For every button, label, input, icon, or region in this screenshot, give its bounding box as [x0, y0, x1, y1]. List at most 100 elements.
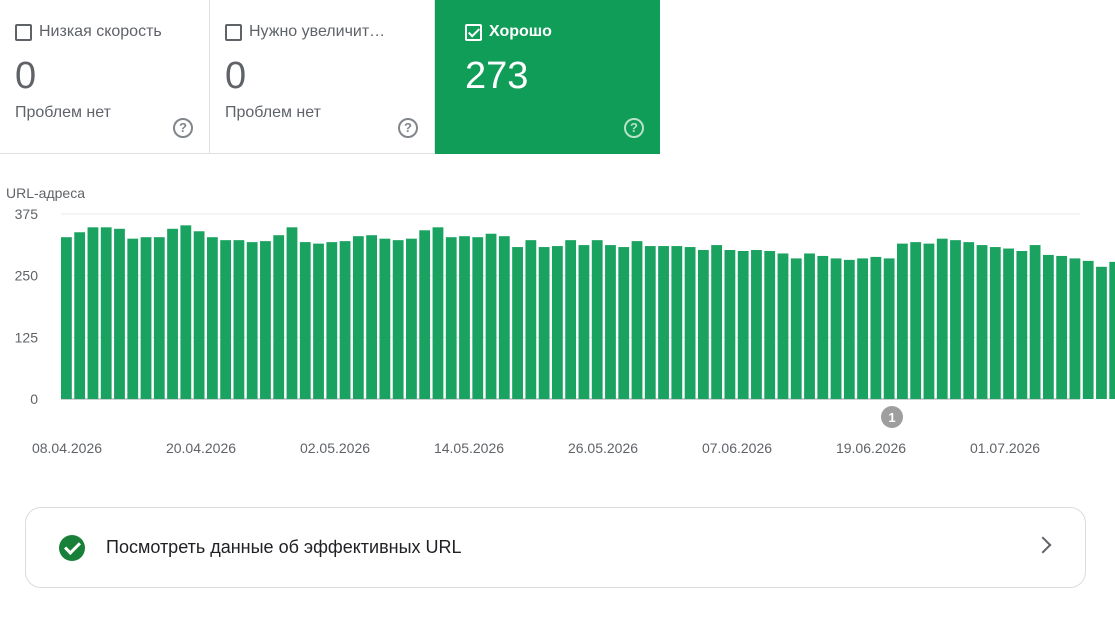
chart-bar	[658, 246, 669, 399]
x-tick-label: 26.05.2026	[568, 440, 638, 456]
card-slow-label: Низкая скорость	[39, 23, 162, 40]
card-good-label: Хорошо	[489, 23, 552, 40]
y-tick-label: 250	[15, 268, 39, 284]
y-tick-label: 125	[15, 329, 39, 345]
chart-bar	[551, 246, 563, 399]
card-slow-count: 0	[15, 55, 37, 97]
card-good[interactable]: Хорошо 273 ?	[435, 0, 660, 154]
chart-bar	[724, 250, 736, 399]
x-tick-label: 14.05.2026	[434, 440, 504, 456]
chart-bar	[631, 241, 643, 399]
card-slow-header[interactable]: Низкая скорость	[15, 23, 162, 41]
performance-chart: 375 250 125 0 08.04.2026 20.04.2026 02.05.2026…	[15, 206, 1115, 456]
chart-bar	[167, 228, 178, 399]
chart-bar	[74, 232, 86, 399]
chart-bar	[883, 258, 895, 399]
chart-bar	[525, 240, 537, 399]
chart-bar	[737, 251, 749, 399]
chart-bar	[1069, 258, 1081, 399]
chart-bar	[459, 236, 470, 399]
chart-bar	[671, 246, 683, 399]
check-circle-icon	[59, 534, 85, 561]
view-good-urls-label: Посмотреть данные об эффективных URL	[106, 537, 462, 557]
x-tick-label: 19.06.2026	[836, 440, 906, 456]
chart-bar	[366, 235, 378, 399]
card-needs-checkbox[interactable]	[225, 23, 242, 41]
chart-bar	[1042, 254, 1054, 399]
chart-bar	[644, 246, 656, 399]
x-tick-label: 01.07.2026	[970, 440, 1040, 456]
card-good-count: 273	[465, 55, 529, 97]
card-needs-sub: Проблем нет	[225, 104, 321, 121]
chart-bar	[87, 227, 99, 399]
chart-bar	[445, 237, 457, 399]
chart-bar	[339, 241, 351, 399]
chart-bar	[313, 243, 324, 399]
card-good-header[interactable]: Хорошо	[465, 23, 552, 41]
x-tick-label: 02.05.2026	[300, 440, 370, 456]
chart-bar	[976, 245, 988, 399]
chart-bar	[233, 240, 245, 399]
chart-bar	[897, 243, 908, 399]
chart-bar	[843, 259, 855, 399]
chart-bar	[910, 242, 922, 399]
card-needs-improvement[interactable]: Нужно увеличит… 0 Проблем нет ?	[210, 0, 435, 154]
chart-bar	[379, 238, 391, 399]
chart-bar	[804, 253, 815, 399]
chart-bar	[406, 238, 417, 399]
card-needs-header[interactable]: Нужно увеличит…	[225, 23, 385, 41]
chart-bar	[1109, 261, 1115, 399]
chart-bar	[61, 237, 72, 399]
chart-bar	[1082, 260, 1094, 399]
chart-bar	[472, 237, 484, 399]
chart-bar	[392, 240, 404, 399]
chart-bar	[193, 231, 205, 399]
chart-bar	[605, 245, 616, 399]
view-good-urls-button[interactable]: Посмотреть данные об эффективных URL	[25, 507, 1086, 588]
chart-bar	[485, 233, 497, 399]
chart-bar	[1056, 255, 1068, 399]
chart-bar	[100, 227, 112, 399]
card-good-checkbox[interactable]	[465, 23, 482, 41]
chart-bar	[273, 235, 285, 399]
x-tick-label: 20.04.2026	[166, 440, 236, 456]
card-slow[interactable]: Низкая скорость 0 Проблем нет ?	[0, 0, 210, 154]
card-slow-checkbox[interactable]	[15, 23, 32, 41]
chart-bar	[220, 240, 232, 399]
card-slow-sub: Проблем нет	[15, 104, 111, 121]
chart-bar	[578, 245, 590, 399]
chart-bar	[950, 240, 961, 399]
help-icon[interactable]: ?	[173, 118, 193, 138]
chart-bar	[246, 242, 258, 399]
help-icon[interactable]: ?	[398, 118, 418, 138]
chart-bar	[419, 230, 431, 399]
y-tick-label: 0	[30, 391, 38, 407]
card-needs-count: 0	[225, 55, 247, 97]
chart-bar	[963, 242, 975, 399]
y-tick-label: 375	[15, 206, 39, 222]
chart-bar	[790, 258, 802, 399]
chart-bar	[538, 247, 550, 399]
chart-bar	[180, 225, 192, 399]
x-tick-label: 08.04.2026	[32, 440, 102, 456]
chevron-right-icon	[1034, 536, 1052, 554]
x-tick-label: 07.06.2026	[702, 440, 772, 456]
chart-bar	[299, 242, 311, 399]
chart-bar	[352, 236, 364, 399]
chart-bar	[751, 250, 762, 399]
chart-bar	[857, 258, 868, 399]
chart-bar	[870, 256, 882, 399]
chart-bar	[498, 236, 510, 399]
chart-bar	[140, 237, 152, 399]
chart-bar	[326, 242, 338, 399]
chart-bar	[1029, 245, 1041, 399]
chart-bar	[830, 258, 842, 399]
chart-bar	[1003, 248, 1014, 399]
chart-bar	[817, 255, 829, 399]
chart-bar	[618, 247, 630, 399]
chart-bar	[114, 228, 125, 399]
chart-bar	[127, 238, 139, 399]
help-icon[interactable]: ?	[624, 118, 644, 138]
chart-bar	[936, 238, 948, 399]
card-needs-label: Нужно увеличит…	[249, 23, 386, 40]
